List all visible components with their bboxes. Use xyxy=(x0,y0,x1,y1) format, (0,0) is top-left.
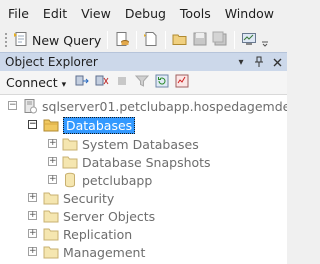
connect-icon xyxy=(74,73,90,92)
expand-icon[interactable]: + xyxy=(48,139,57,148)
activity-monitor-button[interactable] xyxy=(173,74,191,92)
tree-node-management[interactable]: + Management xyxy=(28,243,145,261)
object-explorer-tree: − sqlserver01.petclubapp.hospedagemdesit… xyxy=(0,95,287,264)
save-button[interactable] xyxy=(190,29,210,51)
collapse-icon[interactable]: − xyxy=(28,120,37,129)
chevron-down-icon xyxy=(261,31,269,50)
open-file-button[interactable] xyxy=(170,29,190,51)
collapse-icon[interactable]: − xyxy=(8,101,17,110)
expand-icon[interactable]: + xyxy=(28,193,37,202)
toolbar-separator xyxy=(136,31,138,49)
menu-view[interactable]: View xyxy=(74,0,118,28)
activity-monitor-icon xyxy=(174,73,190,92)
tree-node-security[interactable]: + Security xyxy=(28,189,114,207)
new-file-button[interactable] xyxy=(141,29,161,51)
toolbar-grip[interactable] xyxy=(4,32,8,48)
new-query-button[interactable]: New Query xyxy=(11,29,103,51)
tree-node-database-snapshots[interactable]: + Database Snapshots xyxy=(48,153,211,171)
object-explorer-toolbar: Connect ▾ xyxy=(0,71,287,95)
connect-button[interactable]: Connect ▾ xyxy=(6,75,66,90)
stop-button[interactable] xyxy=(113,74,131,92)
save-icon xyxy=(192,31,208,50)
folder-icon xyxy=(43,208,59,224)
save-all-button[interactable] xyxy=(210,29,230,51)
pin-icon[interactable] xyxy=(252,55,266,69)
tree-node-server-objects[interactable]: + Server Objects xyxy=(28,207,155,225)
toolbar-overflow-button[interactable] xyxy=(259,29,271,51)
expand-icon[interactable]: + xyxy=(48,175,57,184)
new-file-icon xyxy=(143,31,159,50)
tree-node-replication[interactable]: + Replication xyxy=(28,225,132,243)
filter-button[interactable] xyxy=(133,74,151,92)
server-label: sqlserver01.petclubapp.hospedagemdesites… xyxy=(42,98,287,114)
open-folder-icon xyxy=(172,31,188,50)
new-query-icon xyxy=(13,31,29,50)
expand-icon[interactable]: + xyxy=(28,211,37,220)
system-databases-label: System Databases xyxy=(82,136,199,152)
toolbar-separator xyxy=(107,31,109,49)
tree-node-petclubapp[interactable]: + petclubapp xyxy=(48,171,152,189)
new-database-engine-query-button[interactable] xyxy=(112,29,132,51)
folder-icon xyxy=(43,226,59,242)
toolbar-separator xyxy=(234,31,236,49)
stop-icon xyxy=(116,75,128,90)
server-objects-label: Server Objects xyxy=(63,208,156,224)
replication-label: Replication xyxy=(63,226,133,242)
tree-node-server[interactable]: − sqlserver01.petclubapp.hospedagemdesit… xyxy=(8,97,287,115)
refresh-button[interactable] xyxy=(153,74,171,92)
filter-icon xyxy=(135,74,150,91)
menu-bar: File Edit View Debug Tools Window xyxy=(0,0,287,28)
menu-edit[interactable]: Edit xyxy=(36,0,74,28)
tree-node-databases[interactable]: − Databases xyxy=(28,116,136,134)
disconnect-icon xyxy=(94,73,110,92)
toolbar-separator xyxy=(165,31,167,49)
server-icon xyxy=(22,98,38,114)
database-icon xyxy=(62,172,78,188)
folder-icon xyxy=(43,117,59,133)
save-all-icon xyxy=(212,31,228,50)
expand-icon[interactable]: + xyxy=(48,157,57,166)
expand-icon[interactable]: + xyxy=(28,247,37,256)
close-icon[interactable] xyxy=(270,55,284,69)
object-explorer-header: Object Explorer ▾ xyxy=(0,52,287,71)
petclubapp-label: petclubapp xyxy=(82,172,153,188)
database-query-icon xyxy=(114,31,130,50)
folder-icon xyxy=(43,244,59,260)
folder-icon xyxy=(62,154,78,170)
folder-icon xyxy=(43,190,59,206)
disconnect-button[interactable] xyxy=(93,74,111,92)
security-label: Security xyxy=(63,190,115,206)
menu-debug[interactable]: Debug xyxy=(118,0,173,28)
database-snapshots-label: Database Snapshots xyxy=(82,154,211,170)
menu-file[interactable]: File xyxy=(0,0,36,28)
refresh-icon xyxy=(154,73,170,92)
standard-toolbar: New Query xyxy=(0,28,287,52)
databases-label: Databases xyxy=(63,116,136,134)
dropdown-arrow-icon[interactable]: ▾ xyxy=(234,55,248,69)
menu-window[interactable]: Window xyxy=(218,0,281,28)
monitor-icon xyxy=(241,31,257,50)
chevron-down-icon: ▾ xyxy=(61,80,67,90)
connect-object-explorer-button[interactable] xyxy=(73,74,91,92)
activity-monitor-button[interactable] xyxy=(239,29,259,51)
menu-tools[interactable]: Tools xyxy=(173,0,218,28)
panel-title: Object Explorer xyxy=(5,55,98,69)
connect-label: Connect xyxy=(6,75,58,90)
expand-icon[interactable]: + xyxy=(28,229,37,238)
tree-node-system-databases[interactable]: + System Databases xyxy=(48,135,199,153)
new-query-label: New Query xyxy=(32,32,102,48)
folder-icon xyxy=(62,136,78,152)
management-label: Management xyxy=(63,244,146,260)
